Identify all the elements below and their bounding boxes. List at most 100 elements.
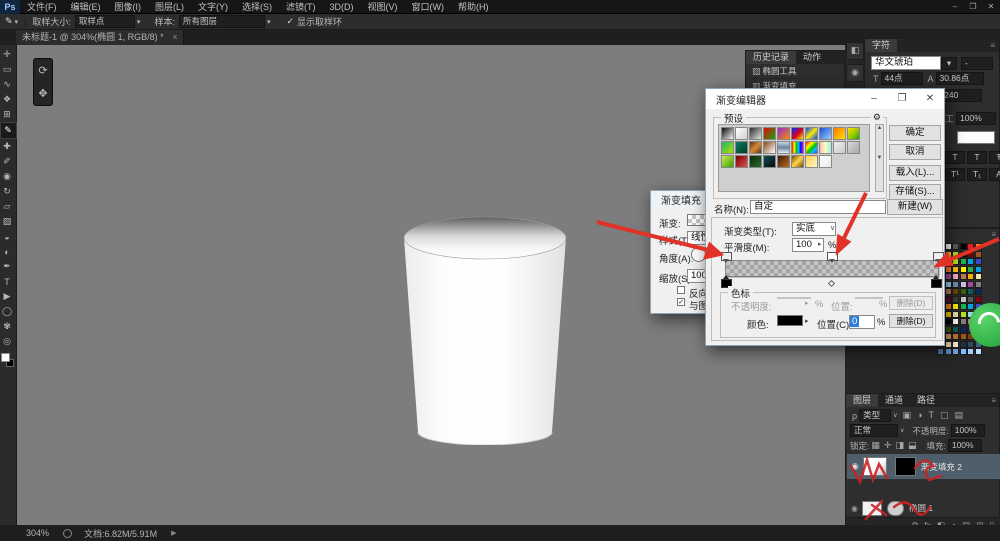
dock-info-icon[interactable]: ◉ <box>846 64 864 82</box>
sample-size-select[interactable]: 取样点 <box>75 15 135 28</box>
path-select-tool[interactable]: ▶ <box>0 289 15 304</box>
menu-item[interactable]: 图层(L) <box>148 0 191 14</box>
pan-view-icon[interactable]: ✥ <box>38 87 47 100</box>
opacity-stop-right[interactable] <box>933 252 944 261</box>
text-color-swatch[interactable] <box>957 131 995 144</box>
color-swatch[interactable] <box>967 243 974 250</box>
foreground-color-well[interactable] <box>1 353 10 362</box>
color-swatch[interactable] <box>975 251 982 258</box>
color-swatch[interactable] <box>960 266 967 273</box>
dodge-tool[interactable]: ◐ <box>0 244 15 259</box>
menu-item[interactable]: 滤镜(T) <box>279 0 323 14</box>
font-family-dropdown-icon[interactable]: ▾ <box>941 57 957 70</box>
gradient-preset-swatch[interactable] <box>735 127 748 140</box>
color-swatch[interactable] <box>967 266 974 273</box>
fill-field[interactable]: 100% <box>948 439 982 452</box>
color-swatch[interactable] <box>952 251 959 258</box>
eraser-tool[interactable]: ▱ <box>0 199 15 214</box>
color-swatch[interactable] <box>952 326 959 333</box>
color-swatch[interactable] <box>952 341 959 348</box>
delete-color-stop-button[interactable]: 删除(D) <box>889 314 933 328</box>
color-swatch[interactable] <box>937 348 944 355</box>
ok-button[interactable]: 确定 <box>889 125 941 141</box>
color-swatch[interactable] <box>952 281 959 288</box>
gradient-preset-swatch[interactable] <box>735 141 748 154</box>
minimize-icon[interactable]: – <box>860 89 888 109</box>
color-swatch[interactable] <box>945 348 952 355</box>
tracking-field[interactable]: 240 <box>940 89 982 102</box>
presets-scrollbar[interactable]: ▲▼ <box>875 124 884 192</box>
document-tab[interactable]: 未标题-1 @ 304%(椭圆 1, RGB/8) * × <box>16 30 184 45</box>
color-stop-right[interactable] <box>931 279 942 288</box>
reverse-checkbox[interactable] <box>677 286 685 294</box>
color-swatch[interactable] <box>945 311 952 318</box>
layer-thumbnail[interactable] <box>863 457 887 476</box>
color-swatch[interactable] <box>960 303 967 310</box>
marquee-tool[interactable]: ▭ <box>0 62 15 77</box>
type-style-button[interactable]: T¹ <box>945 168 965 181</box>
layer-row-ellipse[interactable]: ◉ 椭圆 1 <box>847 499 1000 517</box>
show-ring-checkbox[interactable]: ✓ <box>286 16 294 27</box>
blur-tool[interactable]: ◒ <box>0 229 15 244</box>
hand-tool[interactable]: ✾ <box>0 319 15 334</box>
color-swatch[interactable] <box>960 326 967 333</box>
chevron-down-icon[interactable]: ∨ <box>900 427 904 434</box>
type-tool[interactable]: T <box>0 274 15 289</box>
zoom-tool[interactable]: ◎ <box>0 334 15 349</box>
leading-field[interactable]: 30.86点 <box>936 72 984 85</box>
tab-actions[interactable]: 动作 <box>796 51 828 64</box>
tool-preset-dropdown-icon[interactable]: ▾ <box>15 18 19 26</box>
maximize-icon[interactable]: ❐ <box>888 89 916 109</box>
tab-character[interactable]: 字符 <box>865 39 897 52</box>
color-swatch[interactable] <box>967 258 974 265</box>
gradient-preset-swatch[interactable] <box>819 155 832 168</box>
sample-select[interactable]: 所有图层 <box>179 15 265 28</box>
layer-row-gradient-fill[interactable]: ◉ 渐变填充 2 <box>847 454 1000 479</box>
gradient-preset-swatch[interactable] <box>805 155 818 168</box>
filter-type-icon[interactable]: ▤ <box>955 410 964 420</box>
layer-visibility-eye-icon[interactable]: ◉ <box>851 504 858 513</box>
color-swatch[interactable] <box>945 273 952 280</box>
color-swatch[interactable] <box>975 288 982 295</box>
type-style-button[interactable]: T <box>945 151 965 164</box>
new-button[interactable]: 新建(W) <box>887 199 943 215</box>
color-swatch[interactable] <box>945 326 952 333</box>
tab-history[interactable]: 历史记录 <box>746 51 796 64</box>
gradient-preset-swatch[interactable] <box>805 141 818 154</box>
tab-channels[interactable]: 通道 <box>878 394 910 407</box>
gradient-preset-swatch[interactable] <box>805 127 818 140</box>
color-swatch[interactable] <box>960 288 967 295</box>
gradient-preset-swatch[interactable] <box>791 127 804 140</box>
layer-mask-thumbnail[interactable] <box>895 457 916 476</box>
color-swatch[interactable] <box>975 273 982 280</box>
eyedropper-tool[interactable]: ✎ <box>0 122 17 139</box>
panel-menu-icon[interactable]: ≡ <box>991 394 999 407</box>
layer-filter-select[interactable]: 类型 <box>859 409 891 422</box>
move-tool[interactable]: ✛ <box>0 47 15 62</box>
font-style-select[interactable]: - <box>961 57 993 70</box>
gradient-editor-titlebar[interactable]: 渐变编辑器 – ❐ ✕ <box>706 89 944 109</box>
color-swatch[interactable] <box>945 303 952 310</box>
color-swatch[interactable] <box>967 288 974 295</box>
menu-item[interactable]: 图像(I) <box>108 0 149 14</box>
color-swatch[interactable] <box>960 243 967 250</box>
history-brush-tool[interactable]: ↻ <box>0 184 15 199</box>
font-family-input[interactable]: 华文琥珀 <box>871 56 941 70</box>
opacity-stop-middle[interactable] <box>827 252 838 261</box>
color-swatch[interactable] <box>945 281 952 288</box>
gradient-tool[interactable]: ▨ <box>0 214 15 229</box>
brush-tool[interactable]: ✐ <box>0 154 15 169</box>
color-swatch[interactable] <box>945 288 952 295</box>
menu-item[interactable]: 3D(D) <box>323 0 361 14</box>
color-swatch[interactable] <box>952 243 959 250</box>
menu-item[interactable]: 视图(V) <box>361 0 405 14</box>
color-swatch[interactable] <box>960 296 967 303</box>
gradient-preset-swatch[interactable] <box>763 141 776 154</box>
color-swatch[interactable] <box>952 288 959 295</box>
color-swatch[interactable] <box>960 258 967 265</box>
color-swatch[interactable] <box>975 258 982 265</box>
gradient-preset-swatch[interactable] <box>791 155 804 168</box>
gradient-preset-swatch[interactable] <box>833 127 846 140</box>
delete-opacity-stop-button[interactable]: 删除(D) <box>889 296 933 310</box>
vertical-scale-field[interactable]: 100% <box>956 112 996 125</box>
